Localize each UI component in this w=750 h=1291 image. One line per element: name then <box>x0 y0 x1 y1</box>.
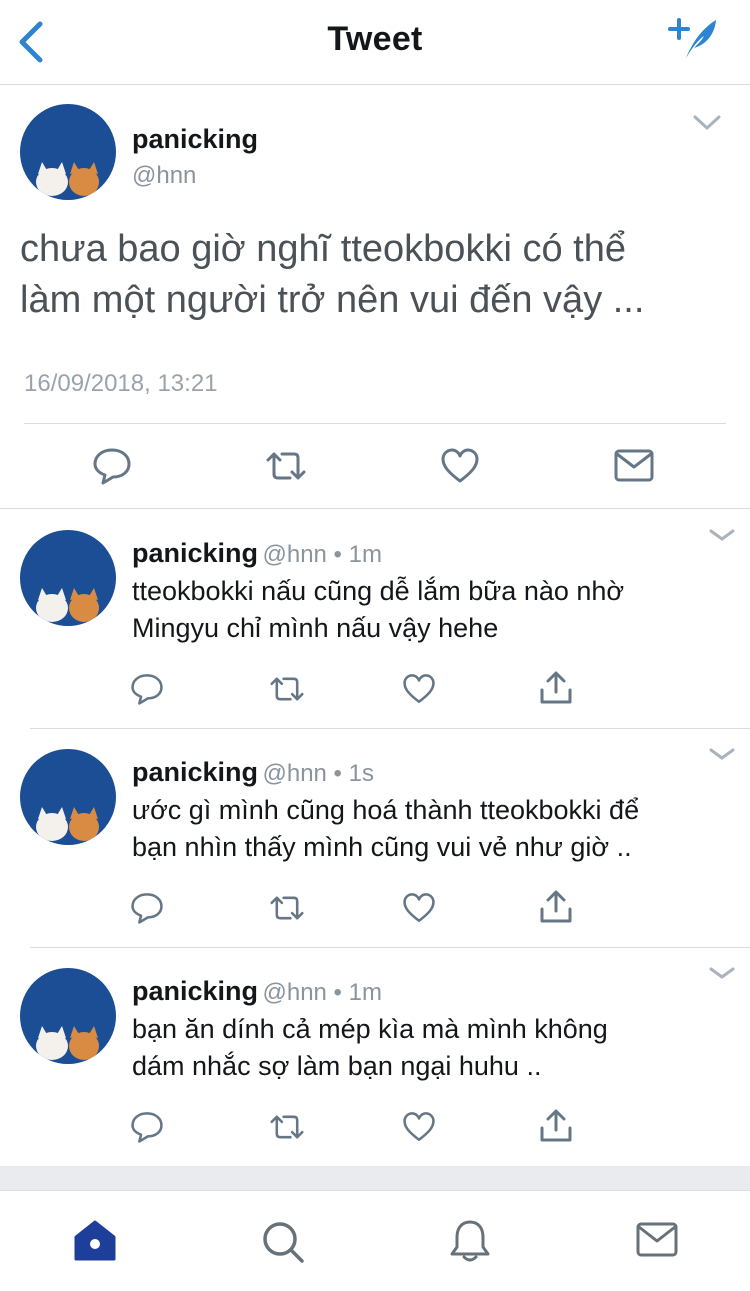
reply-header: panicking @hnn • 1m <box>132 538 382 569</box>
divider <box>24 423 726 424</box>
tweet-timestamp: 16/09/2018, 13:21 <box>24 370 218 397</box>
author-name[interactable]: panicking <box>132 976 258 1006</box>
share-icon[interactable] <box>538 1108 574 1144</box>
reply-header: panicking @hnn • 1m <box>132 976 382 1007</box>
search-icon[interactable] <box>260 1219 306 1265</box>
author-handle[interactable]: @hnn • 1m <box>262 979 381 1006</box>
chevron-down-icon[interactable] <box>708 747 736 761</box>
like-icon[interactable] <box>402 672 436 706</box>
author-handle[interactable]: @hnn • 1m <box>262 541 381 568</box>
compose-tweet-icon[interactable] <box>668 14 720 62</box>
notifications-icon[interactable] <box>448 1217 492 1265</box>
author-name[interactable]: panicking <box>132 124 258 155</box>
divider <box>0 508 750 509</box>
message-icon[interactable] <box>614 448 654 484</box>
author-name[interactable]: panicking <box>132 757 258 787</box>
author-handle[interactable]: @hnn <box>132 162 196 190</box>
avatar[interactable] <box>20 104 116 200</box>
author-name[interactable]: panicking <box>132 538 258 568</box>
reply-text-line1: bạn ăn dính cả mép kìa mà mình không <box>132 1014 608 1044</box>
author-handle[interactable]: @hnn • 1s <box>262 760 374 787</box>
reply-icon[interactable] <box>130 1110 164 1144</box>
top-bar: Tweet <box>0 0 750 85</box>
reply-text-line2: bạn nhìn thấy mình cũng vui vẻ như giờ .… <box>132 832 632 862</box>
like-icon[interactable] <box>402 1110 436 1144</box>
reply-icon[interactable] <box>130 672 164 706</box>
home-icon[interactable] <box>72 1219 118 1263</box>
like-icon[interactable] <box>402 891 436 925</box>
divider <box>30 947 750 948</box>
tweet-text-line2: làm một người trở nên vui đến vậy ... <box>20 279 645 321</box>
bottom-tab-bar <box>0 1190 750 1291</box>
share-icon[interactable] <box>538 670 574 706</box>
chevron-down-icon[interactable] <box>708 966 736 980</box>
chevron-down-icon[interactable] <box>708 528 736 542</box>
reply-text-line1: ước gì mình cũng hoá thành tteokbokki để <box>132 795 640 825</box>
retweet-icon[interactable] <box>268 1110 306 1144</box>
reply-text-line2: dám nhắc sợ làm bạn ngại huhu .. <box>132 1051 542 1081</box>
timeline-end-spacer <box>0 1166 750 1190</box>
tweet-text-line1: chưa bao giờ nghĩ tteokbokki có thể <box>20 228 626 270</box>
retweet-icon[interactable] <box>268 672 306 706</box>
reply-text-line2: Mingyu chỉ mình nấu vậy hehe <box>132 613 499 643</box>
chevron-down-icon[interactable] <box>692 114 722 132</box>
retweet-icon[interactable] <box>264 446 308 486</box>
share-icon[interactable] <box>538 889 574 925</box>
reply-icon[interactable] <box>92 446 132 486</box>
like-icon[interactable] <box>440 446 480 486</box>
reply-header: panicking @hnn • 1s <box>132 757 374 788</box>
divider <box>30 728 750 729</box>
page-title: Tweet <box>327 20 423 58</box>
avatar[interactable] <box>20 530 116 626</box>
avatar[interactable] <box>20 968 116 1064</box>
reply-text-line1: tteokbokki nấu cũng dễ lắm bữa nào nhờ <box>132 576 625 606</box>
reply-icon[interactable] <box>130 891 164 925</box>
messages-icon[interactable] <box>636 1221 678 1259</box>
retweet-icon[interactable] <box>268 891 306 925</box>
avatar[interactable] <box>20 749 116 845</box>
